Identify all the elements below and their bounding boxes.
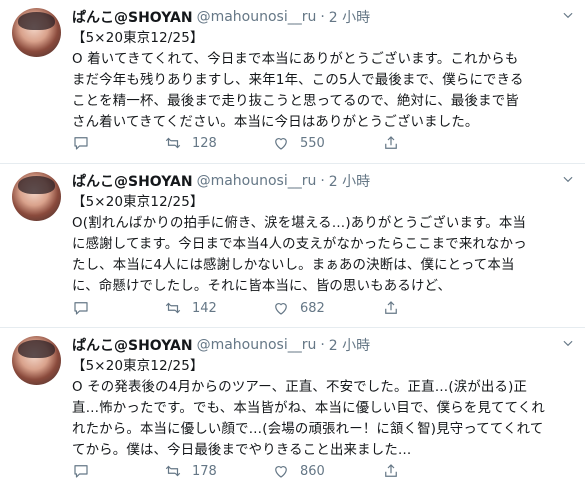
share-icon xyxy=(385,136,397,149)
tweet-text-line: 【5×20東京12/25】 xyxy=(72,359,204,374)
timestamp[interactable]: 2 小時 xyxy=(329,171,370,191)
retweet-icon xyxy=(165,465,181,477)
tweet-text-line: O 着いてきてくれて、今日まで本当にありがとうございます。これからも xyxy=(72,52,519,67)
timestamp[interactable]: 2 小時 xyxy=(329,335,370,355)
separator-dot: · xyxy=(320,173,325,189)
tweet-text-line: 【5×20東京12/25】 xyxy=(72,195,204,210)
share-icon xyxy=(385,301,397,314)
reply-button[interactable] xyxy=(72,299,164,317)
tweet-actions: 142 682 xyxy=(72,299,400,317)
separator-dot: · xyxy=(320,337,325,353)
tweet-actions: 128 550 xyxy=(72,134,400,152)
separator-dot: · xyxy=(320,9,325,25)
display-name[interactable]: ぱんこ@SHOYAN xyxy=(72,7,193,27)
tweet-text-line: たし、本当に4人には感謝しかないし。まぁあの決断は、僕にとって本当 xyxy=(72,258,515,273)
like-button[interactable]: 550 xyxy=(272,134,382,152)
like-count: 860 xyxy=(300,463,325,479)
chevron-down-icon[interactable] xyxy=(561,8,575,22)
tweet-actions: 178 860 xyxy=(72,462,400,480)
tweet-header: ぱんこ@SHOYAN @mahounosi__ru · 2 小時 xyxy=(72,6,575,28)
tweet-content: ぱんこ@SHOYAN @mahounosi__ru · 2 小時 【5×20東京… xyxy=(72,170,575,297)
tweet-text: 【5×20東京12/25】 O(割れんばかりの拍手に俯き、涙を堪える…)ありがと… xyxy=(72,192,575,297)
chevron-down-icon[interactable] xyxy=(561,172,575,186)
reply-icon xyxy=(74,137,88,150)
reply-icon xyxy=(74,465,88,478)
tweet-content: ぱんこ@SHOYAN @mahounosi__ru · 2 小時 【5×20東京… xyxy=(72,334,575,461)
tweet-text-line: 【5×20東京12/25】 xyxy=(72,31,204,46)
like-button[interactable]: 682 xyxy=(272,299,382,317)
retweet-count: 178 xyxy=(192,463,217,479)
retweet-button[interactable]: 142 xyxy=(164,299,272,317)
user-handle[interactable]: @mahounosi__ru xyxy=(197,173,317,189)
chevron-down-icon[interactable] xyxy=(561,336,575,350)
retweet-icon xyxy=(165,137,181,149)
user-handle[interactable]: @mahounosi__ru xyxy=(197,9,317,25)
retweet-icon xyxy=(165,302,181,314)
share-button[interactable] xyxy=(382,462,400,480)
like-button[interactable]: 860 xyxy=(272,462,382,480)
tweet-text-line: まだ今年も残りありますし、来年1年、この5人で最後まで、僕らにできる xyxy=(72,73,524,88)
tweet-header: ぱんこ@SHOYAN @mahounosi__ru · 2 小時 xyxy=(72,170,575,192)
tweet[interactable]: ぱんこ@SHOYAN @mahounosi__ru · 2 小時 【5×20東京… xyxy=(0,328,585,490)
display-name[interactable]: ぱんこ@SHOYAN xyxy=(72,335,193,355)
tweet-text-line: てから。僕は、今日最後までやりきること出来ました… xyxy=(72,443,412,458)
retweet-button[interactable]: 178 xyxy=(164,462,272,480)
tweet-text: 【5×20東京12/25】 O その発表後の4月からのツアー、正直、不安でした。… xyxy=(72,356,575,461)
tweet-text-line: O その発表後の4月からのツアー、正直、不安でした。正直…(涙が出る)正 xyxy=(72,380,528,395)
tweet-text-line: 直…怖かったです。でも、本当皆がね、本当に優しい目で、僕らを見ててくれ xyxy=(72,401,545,416)
share-icon xyxy=(385,464,397,477)
user-handle[interactable]: @mahounosi__ru xyxy=(197,337,317,353)
reply-button[interactable] xyxy=(72,134,164,152)
tweet[interactable]: ぱんこ@SHOYAN @mahounosi__ru · 2 小時 【5×20東京… xyxy=(0,0,585,164)
reply-icon xyxy=(74,302,88,315)
share-button[interactable] xyxy=(382,134,400,152)
retweet-count: 142 xyxy=(192,300,217,316)
tweet-content: ぱんこ@SHOYAN @mahounosi__ru · 2 小時 【5×20東京… xyxy=(72,6,575,133)
tweet-text-line: に感謝してます。今日まで本当4人の支えがなかったらここまで来れなかっ xyxy=(72,237,527,252)
tweet-text-line: O(割れんばかりの拍手に俯き、涙を堪える…)ありがとうございます。本当 xyxy=(72,216,527,231)
reply-button[interactable] xyxy=(72,462,164,480)
avatar[interactable] xyxy=(12,336,61,385)
tweet-header: ぱんこ@SHOYAN @mahounosi__ru · 2 小時 xyxy=(72,334,575,356)
tweet-text-line: に、命懸けでしたし。それに皆本当に、皆の思いもあるけど、 xyxy=(72,279,452,294)
tweet-text-line: さん着いてきてください。本当に今日はありがとうございました。 xyxy=(72,115,479,130)
display-name[interactable]: ぱんこ@SHOYAN xyxy=(72,171,193,191)
timestamp[interactable]: 2 小時 xyxy=(329,7,370,27)
tweet-text-line: ことを精一杯、最後まで走り抜こうと思ってるので、絶対に、最後まで皆 xyxy=(72,94,519,109)
avatar[interactable] xyxy=(12,172,61,221)
retweet-button[interactable]: 128 xyxy=(164,134,272,152)
tweet[interactable]: ぱんこ@SHOYAN @mahounosi__ru · 2 小時 【5×20東京… xyxy=(0,164,585,328)
retweet-count: 128 xyxy=(192,135,217,151)
heart-icon xyxy=(275,466,287,478)
avatar[interactable] xyxy=(12,8,61,57)
tweet-feed: ぱんこ@SHOYAN @mahounosi__ru · 2 小時 【5×20東京… xyxy=(0,0,585,490)
like-count: 550 xyxy=(300,135,325,151)
tweet-text-line: れたから。本当に優しい顔で…(会場の頑張れー！に頷く智)見守っててくれて xyxy=(72,422,544,437)
like-count: 682 xyxy=(300,300,325,316)
heart-icon xyxy=(275,138,287,150)
share-button[interactable] xyxy=(382,299,400,317)
tweet-text: 【5×20東京12/25】 O 着いてきてくれて、今日まで本当にありがとうござい… xyxy=(72,28,575,133)
heart-icon xyxy=(275,303,287,315)
